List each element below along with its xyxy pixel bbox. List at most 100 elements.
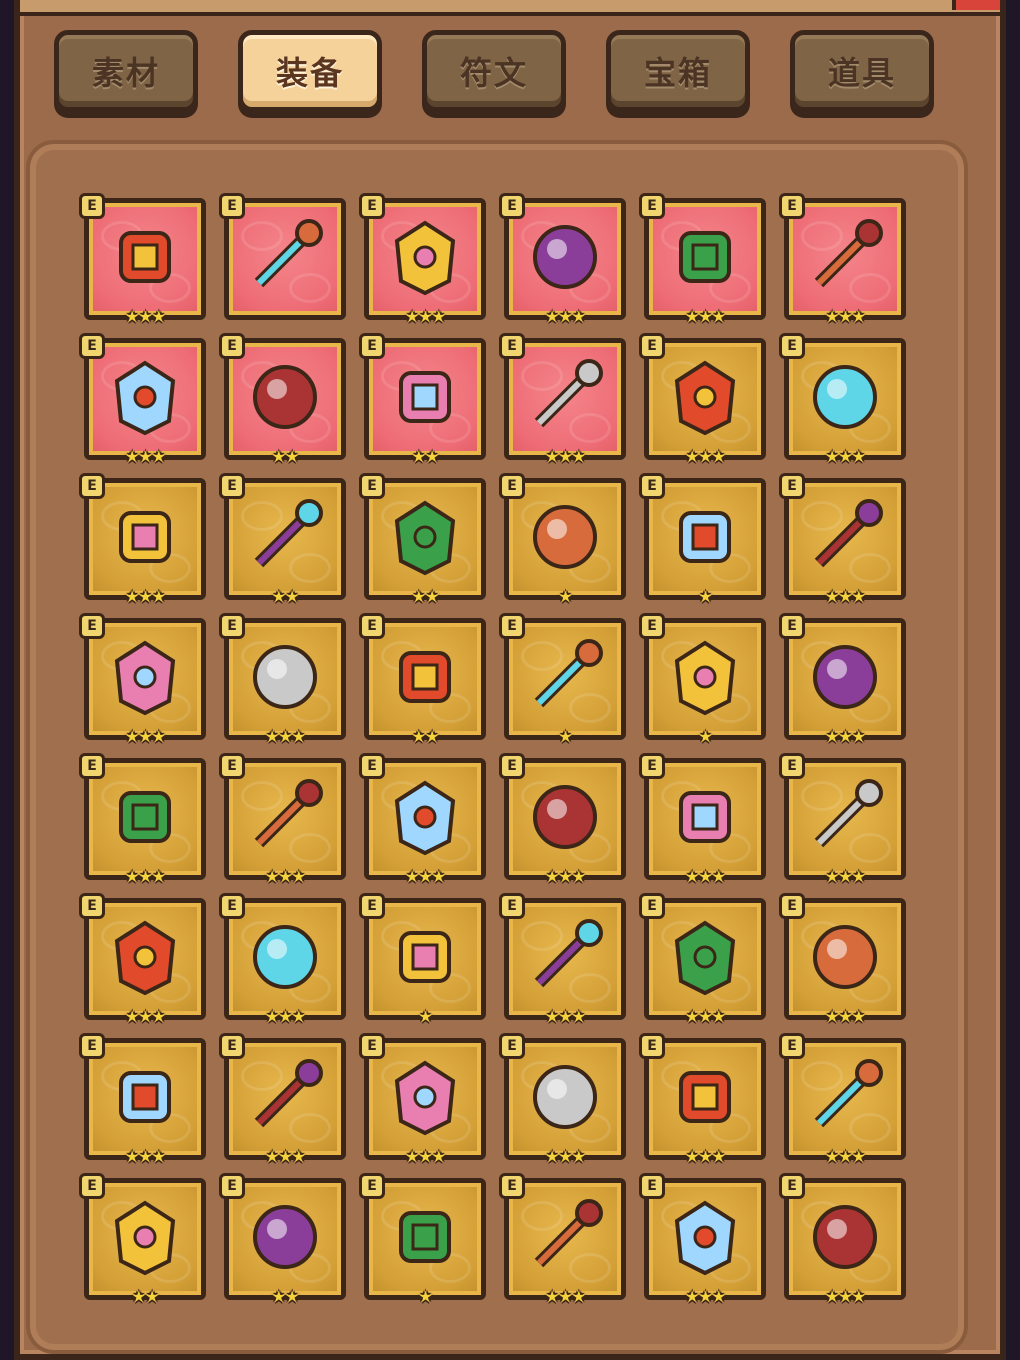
star-rating: ★★ <box>271 1287 300 1306</box>
equipment-slot[interactable]: E ★★★ <box>499 193 626 325</box>
star-rating: ★★★ <box>124 587 166 606</box>
equipment-slot[interactable]: E ★★★ <box>779 893 906 1025</box>
equipment-slot[interactable]: E ★★ <box>219 1173 346 1305</box>
star-rating: ★★★ <box>824 1287 866 1306</box>
star-rating: ★★ <box>411 447 440 466</box>
equipment-slot[interactable]: E ★★★ <box>359 1033 486 1165</box>
window-top-border <box>20 0 1000 16</box>
equipment-slot[interactable]: E ★★★ <box>499 893 626 1025</box>
equipment-slot[interactable]: E ★★★ <box>79 333 206 465</box>
equipment-slot[interactable]: E ★★★ <box>499 1173 626 1305</box>
barrel-icon <box>534 639 603 708</box>
equip-badge: E <box>779 333 805 359</box>
heart-crown-icon <box>119 791 171 843</box>
ice-armor-icon <box>114 1200 176 1276</box>
star-rating: ★★★ <box>264 1147 306 1166</box>
star-rating: ★★★ <box>824 587 866 606</box>
gold-robe-icon <box>813 925 877 989</box>
equip-badge: E <box>499 333 525 359</box>
equipment-slot[interactable]: E ★★★ <box>79 893 206 1025</box>
equipment-slot[interactable]: E ★★ <box>359 613 486 745</box>
equipment-slot[interactable]: E ★★★ <box>219 613 346 745</box>
equipment-slot[interactable]: E ★★★ <box>639 1173 766 1305</box>
equipment-slot[interactable]: E ★ <box>499 473 626 605</box>
equipment-slot[interactable]: E ★★★ <box>639 1033 766 1165</box>
crystal-helmet-icon <box>399 371 451 423</box>
equip-badge: E <box>219 893 245 919</box>
equip-badge: E <box>779 753 805 779</box>
red-scroll-icon <box>813 1205 877 1269</box>
star-rating: ★★★ <box>124 447 166 466</box>
tab-materials[interactable]: 素材 <box>54 30 198 112</box>
star-rating: ★★★ <box>264 1007 306 1026</box>
equipment-slot[interactable]: E ★★★ <box>779 1033 906 1165</box>
equipment-slot[interactable]: E ★ <box>639 473 766 605</box>
equipment-slot[interactable]: E ★★★ <box>79 473 206 605</box>
star-rating: ★★★ <box>404 1147 446 1166</box>
equipment-slot[interactable]: E ★★★ <box>499 1033 626 1165</box>
tab-equipment[interactable]: 装备 <box>238 30 382 112</box>
tab-items[interactable]: 道具 <box>790 30 934 112</box>
close-corner-button[interactable] <box>952 0 1000 10</box>
equipment-slot[interactable]: E ★★★ <box>639 753 766 885</box>
leaf-circlet-icon <box>814 779 883 848</box>
equipment-slot[interactable]: E ★★★ <box>219 893 346 1025</box>
star-rating: ★★★ <box>684 867 726 886</box>
equipment-slot[interactable]: E ★★★ <box>79 753 206 885</box>
tab-runes[interactable]: 符文 <box>422 30 566 112</box>
equipment-slot[interactable]: E ★ <box>359 893 486 1025</box>
star-rating: ★★ <box>271 587 300 606</box>
pink-robe-icon <box>674 920 736 996</box>
equipment-slot[interactable]: E ★★★ <box>639 193 766 325</box>
equipment-slot[interactable]: E ★★★ <box>639 893 766 1025</box>
equip-badge: E <box>639 473 665 499</box>
equipment-slot[interactable]: E ★★★ <box>639 333 766 465</box>
golden-scepter-icon <box>254 499 323 568</box>
star-rating: ★ <box>418 1287 432 1306</box>
equipment-slot[interactable]: E <box>219 193 346 320</box>
equipment-slot[interactable]: E ★ <box>639 613 766 745</box>
equip-badge: E <box>219 1173 245 1199</box>
equipment-slot[interactable]: E ★★★ <box>779 333 906 465</box>
star-rating: ★ <box>418 1007 432 1026</box>
equipment-slot[interactable]: E ★★★ <box>779 193 906 325</box>
star-rating: ★★★ <box>824 727 866 746</box>
equipment-slot[interactable]: E ★ <box>359 1173 486 1305</box>
equipment-slot[interactable]: E ★★★ <box>779 753 906 885</box>
tab-chests[interactable]: 宝箱 <box>606 30 750 112</box>
equip-badge: E <box>499 193 525 219</box>
equipment-slot[interactable]: E ★★ <box>359 473 486 605</box>
star-rating: ★★★ <box>684 1147 726 1166</box>
equipment-slot[interactable]: E ★★★ <box>79 1033 206 1165</box>
star-rating: ★★★ <box>544 307 586 326</box>
equipment-slot[interactable]: E ★★ <box>219 473 346 605</box>
star-rating: ★★★ <box>824 867 866 886</box>
equipment-slot[interactable]: E ★★★ <box>779 1173 906 1305</box>
equipment-slot[interactable]: E ★★★ <box>79 613 206 745</box>
ruby-ring-icon <box>534 359 603 428</box>
red-horned-helmet-icon <box>254 779 323 848</box>
equipment-slot[interactable]: E ★★ <box>219 333 346 465</box>
shadow-helm-icon <box>399 931 451 983</box>
equipment-slot[interactable]: E ★★★ <box>779 613 906 745</box>
equipment-slot[interactable]: E ★★★ <box>499 333 626 465</box>
pearl-orb-icon <box>253 645 317 709</box>
equipment-slot[interactable]: E ★ <box>499 613 626 745</box>
equip-badge: E <box>779 893 805 919</box>
equipment-slot[interactable]: E ★★★ <box>219 1033 346 1165</box>
equipment-slot[interactable]: E ★★ <box>79 1173 206 1305</box>
teal-armor-icon <box>254 1059 323 1128</box>
equipment-slot[interactable]: E ★★ <box>359 333 486 465</box>
equip-badge: E <box>79 333 105 359</box>
winged-armor-icon <box>253 1205 317 1269</box>
gem-shield-icon <box>399 651 451 703</box>
equipment-slot[interactable]: E ★★★ <box>219 753 346 885</box>
equipment-slot[interactable]: E ★★★ <box>359 753 486 885</box>
equipment-slot[interactable]: E ★★★ <box>499 753 626 885</box>
equipment-slot[interactable]: E ★★★ <box>779 473 906 605</box>
equipment-slot[interactable]: E ★★★ <box>359 193 486 325</box>
equip-badge: E <box>219 1033 245 1059</box>
ruby-helmet-icon <box>533 785 597 849</box>
equipment-slot[interactable]: E ★★★ <box>79 193 206 325</box>
equip-badge: E <box>79 613 105 639</box>
